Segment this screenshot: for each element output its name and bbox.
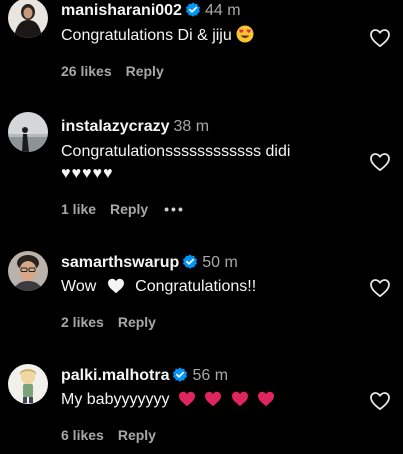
comment-header: palki.malhotra 56 m [61, 366, 228, 386]
reply-button[interactable]: Reply [118, 427, 156, 443]
reply-button[interactable]: Reply [110, 201, 148, 217]
comment-meta: 2 likes Reply [61, 313, 156, 331]
reply-button[interactable]: Reply [118, 314, 156, 330]
username[interactable]: instalazycrazy [61, 118, 170, 135]
verified-badge-icon [182, 254, 198, 276]
comment-text: My babyyyyyyy [61, 388, 275, 415]
comment-text-content: Congratulationssssssssssss didi [61, 143, 291, 160]
comment-text: Wow Congratulations!! [61, 275, 256, 302]
comment-header: samarthswarup 50 m [61, 253, 238, 273]
likes-count[interactable]: 6 likes [61, 427, 104, 443]
comment-text-content: Congratulations Di & jiju [61, 27, 232, 44]
comment-text: Congratulationssssssssssss didi [61, 140, 290, 164]
comment-header: manisharani002 44 m [61, 1, 241, 21]
like-heart-icon[interactable] [369, 391, 391, 411]
comment-time: 56 m [192, 367, 229, 384]
comment-header: instalazycrazy 38 m [61, 117, 209, 137]
username[interactable]: manisharani002 [61, 2, 182, 19]
heart-eyes-emoji-icon [236, 25, 254, 51]
more-options-icon[interactable]: ••• [164, 201, 185, 217]
comment-text-line2: ♥♥♥♥♥ [61, 165, 114, 182]
comment-time: 44 m [204, 2, 241, 19]
username[interactable]: palki.malhotra [61, 367, 169, 384]
avatar-photo-icon [8, 251, 48, 291]
red-heart-emoji-icon [257, 391, 275, 415]
red-heart-emoji-icon [231, 391, 249, 415]
avatar-photo-icon [8, 112, 48, 152]
comment-meta: 1 like Reply ••• [61, 200, 185, 218]
comment-text-after: Congratulations!! [135, 278, 257, 295]
likes-count[interactable]: 2 likes [61, 314, 104, 330]
comment-text-content: My babyyyyyyy [61, 391, 170, 408]
red-heart-emoji-icon [204, 391, 222, 415]
likes-count[interactable]: 1 like [61, 201, 96, 217]
verified-badge-icon [172, 367, 188, 389]
avatar[interactable] [8, 0, 48, 38]
comment-meta: 26 likes Reply [61, 62, 164, 80]
verified-badge-icon [185, 2, 201, 24]
comment-text-before: Wow [61, 278, 97, 295]
avatar-photo-icon [8, 0, 48, 38]
comment-meta: 6 likes Reply [61, 426, 156, 444]
like-heart-icon[interactable] [369, 152, 391, 172]
username[interactable]: samarthswarup [61, 254, 179, 271]
reply-button[interactable]: Reply [126, 63, 164, 79]
avatar-photo-icon [8, 364, 48, 404]
like-heart-icon[interactable] [369, 28, 391, 48]
red-heart-emoji-icon [178, 391, 196, 415]
comment-text: Congratulations Di & jiju [61, 24, 254, 51]
avatar[interactable] [8, 251, 48, 291]
avatar[interactable] [8, 364, 48, 404]
comment-time: 38 m [173, 118, 210, 135]
comment-time: 50 m [202, 254, 238, 271]
like-heart-icon[interactable] [369, 278, 391, 298]
likes-count[interactable]: 26 likes [61, 63, 112, 79]
avatar[interactable] [8, 112, 48, 152]
white-heart-emoji-icon [107, 278, 125, 302]
